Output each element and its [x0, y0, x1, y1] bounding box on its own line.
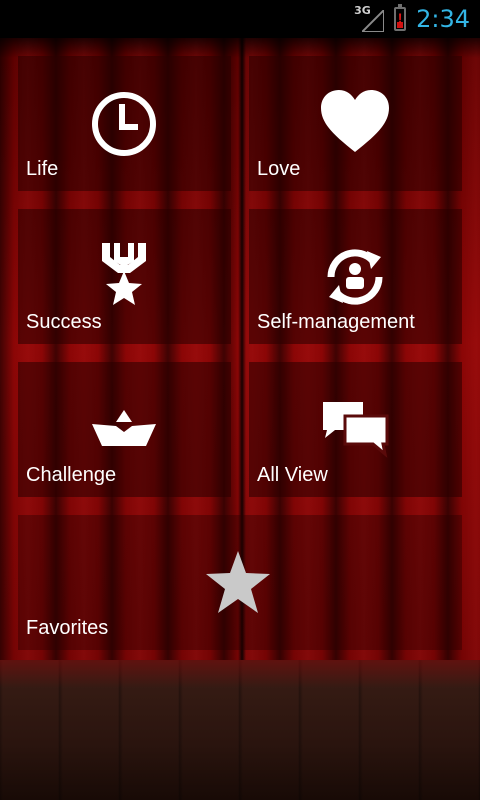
tile-challenge-label: Challenge [26, 464, 117, 486]
tile-challenge[interactable]: Challenge [18, 362, 231, 497]
tile-favorites[interactable]: Favorites [18, 515, 462, 650]
tile-success[interactable]: Success [18, 209, 231, 344]
tile-self-management[interactable]: Self-management [249, 209, 462, 344]
status-time: 2:34 [416, 5, 470, 33]
tile-self-management-label: Self-management [257, 311, 415, 333]
stage-floor [0, 660, 480, 800]
tile-success-label: Success [26, 311, 102, 333]
tile-all-view-label: All View [257, 464, 328, 486]
tile-life-label: Life [26, 158, 59, 180]
heart-icon [321, 90, 389, 152]
theater-background: Life Love Success Self-management Challe… [0, 38, 480, 800]
tile-favorites-label: Favorites [26, 617, 109, 639]
clock-icon [92, 92, 156, 156]
tile-life[interactable]: Life [18, 56, 231, 191]
tile-love[interactable]: Love [249, 56, 462, 191]
star-icon [206, 551, 270, 613]
tile-all-view[interactable]: All View [249, 362, 462, 497]
status-bar: 3G ! 2:34 [0, 0, 480, 38]
network-indicator: 3G [354, 4, 385, 32]
medal-icon [102, 243, 146, 305]
person-refresh-icon [327, 249, 383, 305]
signal-icon [362, 10, 385, 32]
tile-love-label: Love [257, 158, 301, 180]
chat-bubbles-icon [323, 402, 389, 458]
boat-icon [92, 410, 156, 446]
battery-icon: ! [394, 4, 407, 31]
